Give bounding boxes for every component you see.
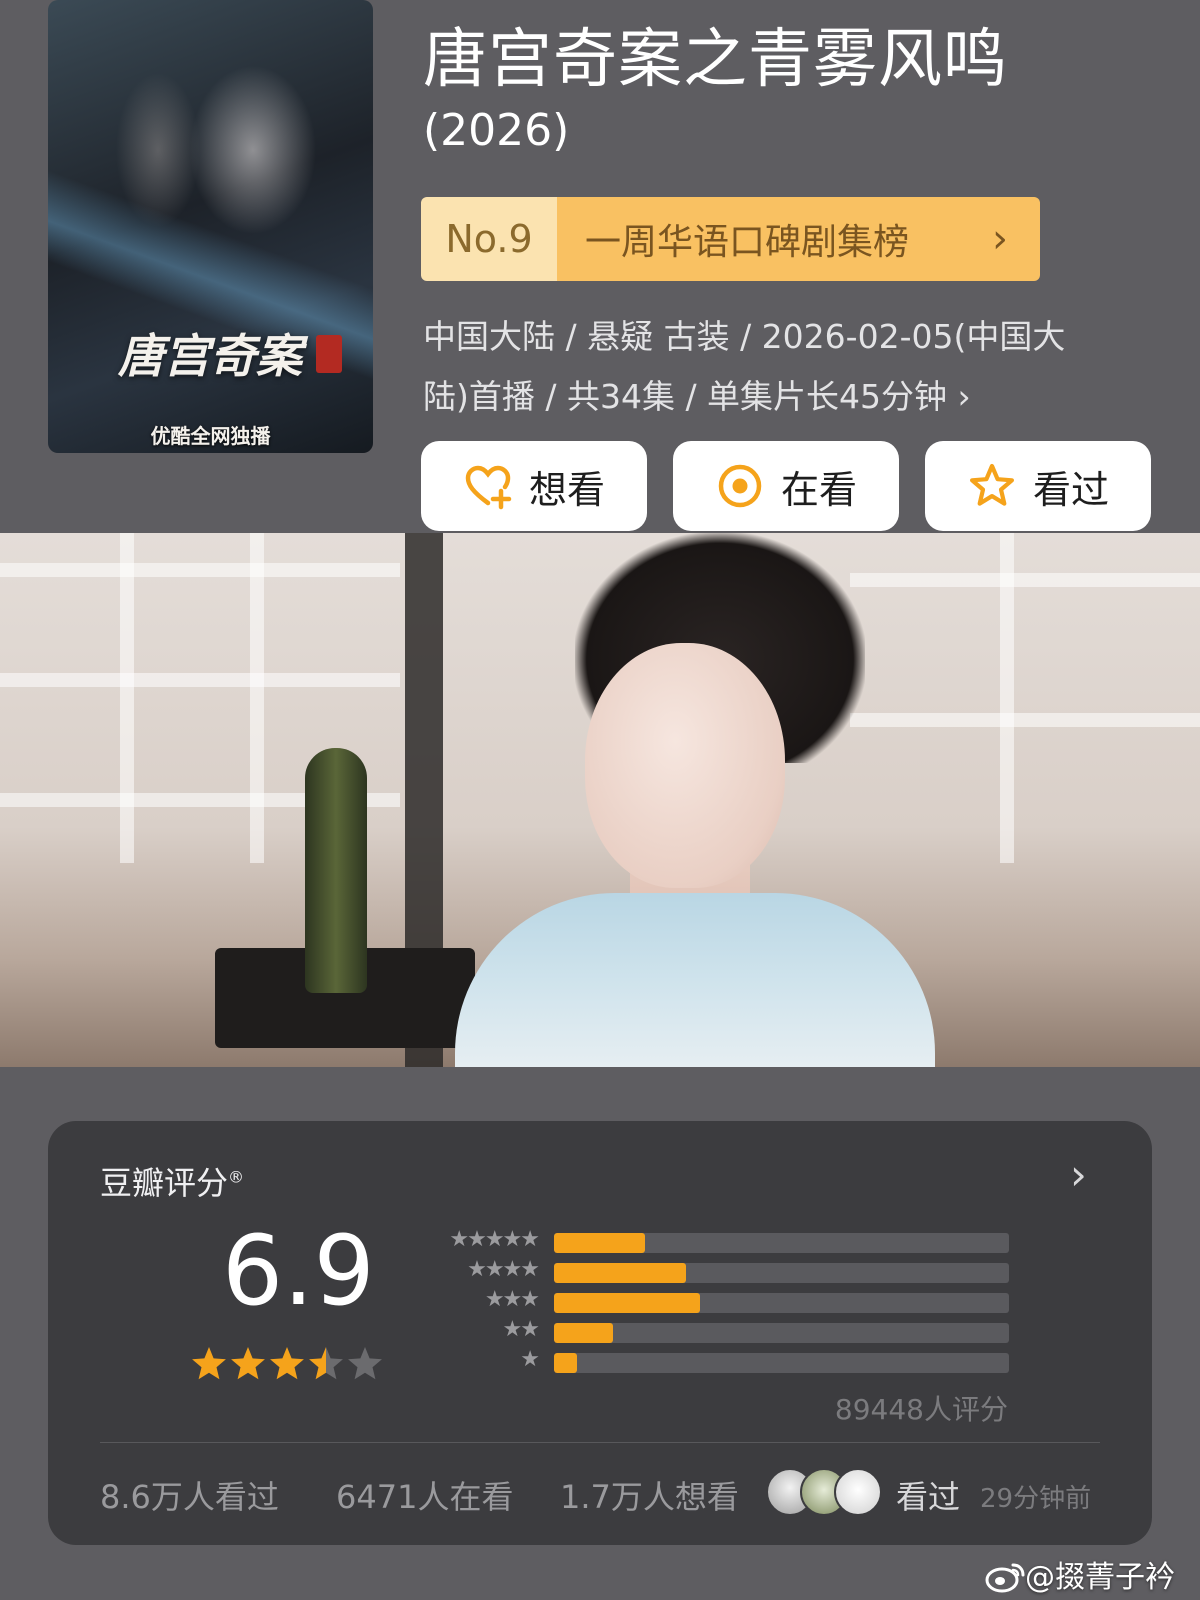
window-lattice: [1000, 533, 1014, 863]
show-title: 唐宫奇案之青雾风鸣: [423, 23, 1008, 97]
distribution-bar-track: [554, 1233, 1009, 1253]
watched-label: 看过: [1032, 467, 1109, 512]
distribution-stars-3: ★★★: [484, 1287, 540, 1312]
score-star-row: [190, 1345, 384, 1383]
distribution-stars-1: ★: [520, 1347, 540, 1372]
watching-count[interactable]: 6471人在看: [336, 1472, 513, 1518]
figure-face: [585, 643, 785, 888]
want-to-watch-button[interactable]: 想看: [421, 441, 647, 531]
distribution-stars-5: ★★★★★: [449, 1227, 540, 1252]
friend-activity-time: 29分钟前: [980, 1484, 1092, 1514]
distribution-stars-4: ★★★★: [467, 1257, 540, 1282]
want-to-watch-label: 想看: [528, 467, 605, 512]
chevron-right-icon: ›: [992, 216, 1008, 262]
vase: [305, 748, 367, 993]
rating-score: 6.9: [222, 1215, 375, 1327]
friend-activity-label: 看过: [896, 1478, 961, 1516]
poster-image[interactable]: 唐宫奇案 优酷全网独播: [48, 0, 373, 453]
watched-button[interactable]: 看过: [925, 441, 1151, 531]
star-outline-icon: [969, 463, 1014, 506]
rank-number: No.9: [421, 197, 557, 281]
show-year: (2026): [423, 105, 570, 156]
distribution-stars-2: ★★: [502, 1317, 540, 1342]
weibo-watermark: @掇菁子衿: [985, 1552, 1175, 1596]
registered-mark: ®: [228, 1167, 245, 1187]
window-lattice: [0, 673, 400, 687]
avatar[interactable]: [834, 1468, 882, 1516]
still-photo[interactable]: [0, 533, 1200, 1067]
want-count[interactable]: 1.7万人想看: [560, 1472, 739, 1518]
ranking-banner[interactable]: No.9 一周华语口碑剧集榜 ›: [421, 197, 1040, 281]
distribution-bar-fill: [554, 1293, 700, 1313]
weibo-logo-icon: [985, 1563, 1025, 1593]
rating-star-icon: [270, 1347, 304, 1380]
figure-robe: [455, 893, 935, 1067]
chevron-right-icon[interactable]: ›: [1070, 1150, 1087, 1199]
window-lattice: [0, 563, 400, 577]
watching-button[interactable]: 在看: [673, 441, 899, 531]
distribution-bar-track: [554, 1323, 1009, 1343]
watched-count[interactable]: 8.6万人看过: [100, 1472, 279, 1518]
rating-star-icon: [348, 1347, 382, 1380]
distribution-bar-fill: [554, 1323, 614, 1343]
window-lattice: [120, 533, 134, 863]
rank-label-area: 一周华语口碑剧集榜 ›: [557, 197, 1040, 281]
distribution-bar-track: [554, 1293, 1009, 1313]
window-lattice: [250, 533, 264, 863]
window-lattice: [850, 713, 1200, 727]
meta-info-line-1[interactable]: 中国大陆 / 悬疑 古装 / 2026-02-05(中国大: [423, 310, 1065, 358]
rating-star-icon: [231, 1347, 265, 1380]
heart-plus-icon: [465, 465, 512, 510]
rating-star-icon: [309, 1347, 343, 1380]
watermark-text: @掇菁子衿: [1025, 1560, 1175, 1595]
rating-count: 89448人评分: [834, 1393, 1008, 1426]
poster-seal: [316, 335, 342, 373]
watching-label: 在看: [780, 467, 857, 512]
distribution-bar-fill: [554, 1353, 577, 1373]
distribution-bar-fill: [554, 1263, 686, 1283]
distribution-bar-track: [554, 1353, 1009, 1373]
poster-caption: 优酷全网独播: [150, 424, 271, 448]
divider: [100, 1442, 1100, 1443]
douban-rating-label: 豆瓣评分®: [100, 1164, 245, 1202]
meta-info-line-2[interactable]: 陆)首播 / 共34集 / 单集片长45分钟 ›: [423, 370, 971, 418]
distribution-bar-fill: [554, 1233, 645, 1253]
window-lattice: [850, 573, 1200, 587]
rank-label: 一周华语口碑剧集榜: [585, 222, 910, 263]
poster-title: 唐宫奇案: [118, 329, 302, 383]
rating-star-icon: [192, 1347, 226, 1380]
distribution-bar-track: [554, 1263, 1009, 1283]
target-circle-icon: [718, 464, 762, 508]
